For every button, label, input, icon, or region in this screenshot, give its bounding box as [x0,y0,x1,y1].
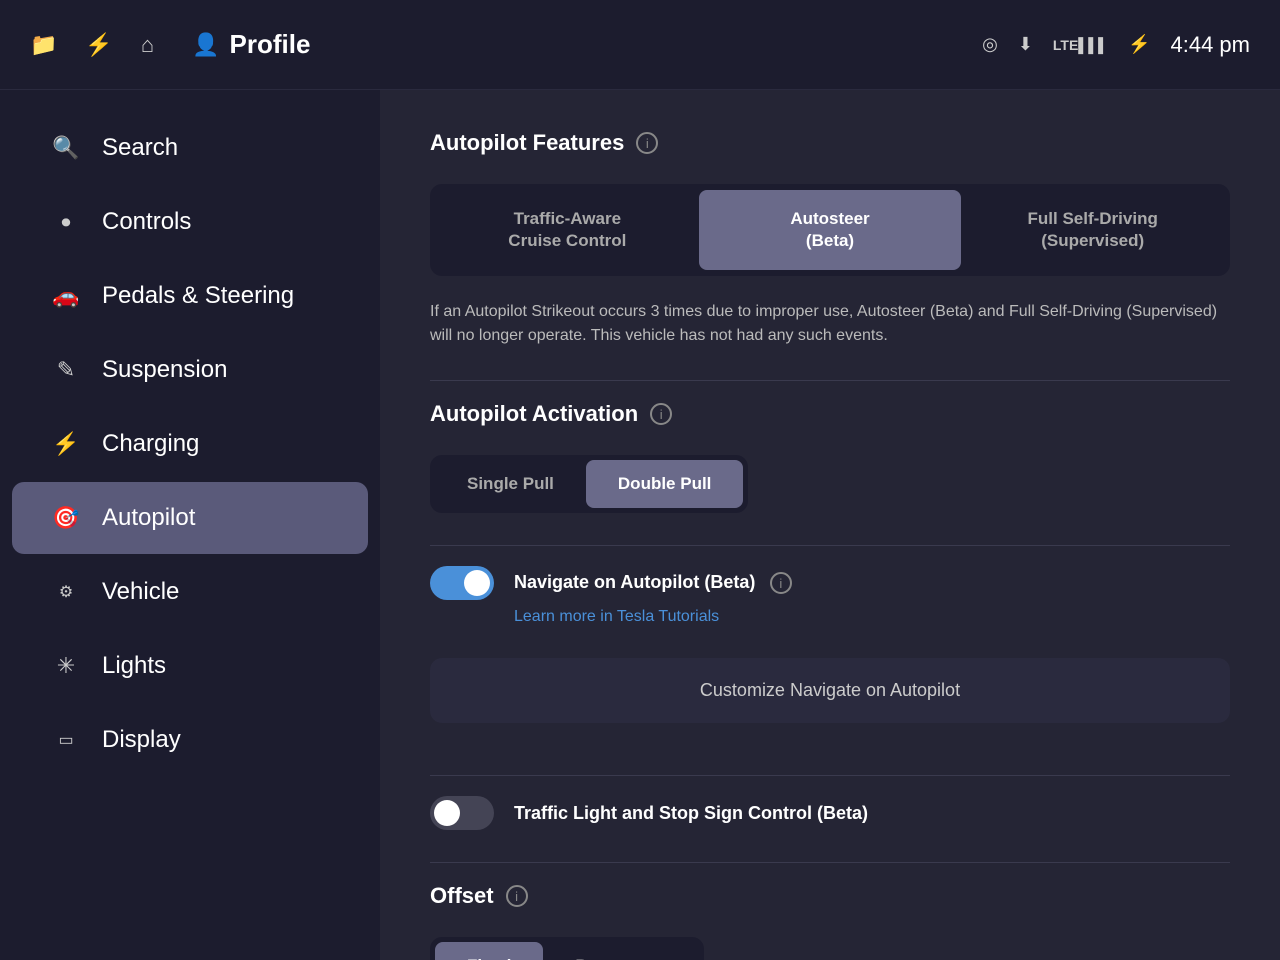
tab-fsd[interactable]: Full Self-Driving(Supervised) [961,190,1224,270]
sidebar-item-search[interactable]: 🔍 Search [12,112,368,184]
status-bar-right: ◎ ⬇ LTE▌▌▌ ⚡ 4:44 pm [982,32,1250,58]
navigate-autopilot-link[interactable]: Learn more in Tesla Tutorials [514,608,1230,626]
offset-tabs: Fixed Percentage [430,937,704,960]
autopilot-features-info-icon[interactable]: i [636,132,658,154]
lte-icon: LTE▌▌▌ [1053,37,1108,53]
sidebar-label-lights: Lights [102,652,166,680]
traffic-toggle-knob [434,800,460,826]
time-display: 4:44 pm [1171,32,1251,58]
sidebar: 🔍 Search ⏺ Controls 🚗 Pedals & Steering … [0,90,380,960]
sidebar-item-charging[interactable]: ⚡ Charging [12,408,368,480]
bluetooth-icon: ⚡ [1128,34,1150,55]
display-icon: ▭ [52,730,80,750]
navigate-autopilot-title: Navigate on Autopilot (Beta) [514,572,755,592]
download-icon: ⬇ [1018,34,1033,55]
autopilot-features-title: Autopilot Features [430,130,624,156]
profile-icon: 👤 [192,32,219,58]
profile-section[interactable]: 👤 Profile [192,29,310,60]
navigate-autopilot-label-group: Navigate on Autopilot (Beta) i [514,572,792,595]
camera-icon: ◎ [982,34,998,55]
sidebar-label-display: Display [102,726,181,754]
tab-percentage[interactable]: Percentage [543,942,699,960]
sidebar-item-display[interactable]: ▭ Display [12,704,368,776]
traffic-light-title: Traffic Light and Stop Sign Control (Bet… [514,803,868,824]
autopilot-features-header: Autopilot Features i [430,130,1230,156]
tab-autosteer[interactable]: Autosteer(Beta) [699,190,962,270]
sidebar-label-search: Search [102,134,178,162]
home-icon[interactable]: ⌂ [141,32,154,58]
sidebar-label-charging: Charging [102,430,199,458]
sidebar-item-autopilot[interactable]: 🎯 Autopilot [12,482,368,554]
navigate-autopilot-toggle-row: Navigate on Autopilot (Beta) i [430,566,1230,600]
pedals-icon: 🚗 [52,283,80,309]
tab-traffic-aware[interactable]: Traffic-AwareCruise Control [436,190,699,270]
search-icon: 🔍 [52,135,80,161]
folder-icon[interactable]: 📁 [30,32,57,58]
lightning-icon[interactable]: ⚡ [85,32,112,58]
sidebar-item-suspension[interactable]: ✎ Suspension [12,334,368,406]
sidebar-label-vehicle: Vehicle [102,578,179,606]
status-bar-left: 📁 ⚡ ⌂ 👤 Profile [30,29,982,60]
navigate-on-autopilot-section: Navigate on Autopilot (Beta) i Learn mor… [430,566,1230,626]
sidebar-label-controls: Controls [102,208,191,236]
autopilot-features-tabs: Traffic-AwareCruise Control Autosteer(Be… [430,184,1230,276]
autopilot-activation-info-icon[interactable]: i [650,403,672,425]
suspension-icon: ✎ [52,357,80,383]
sidebar-item-pedals[interactable]: 🚗 Pedals & Steering [12,260,368,332]
traffic-light-row: Traffic Light and Stop Sign Control (Bet… [430,796,1230,830]
main-layout: 🔍 Search ⏺ Controls 🚗 Pedals & Steering … [0,90,1280,960]
navigate-autopilot-toggle[interactable] [430,566,494,600]
offset-title: Offset [430,883,494,909]
autopilot-warning-text: If an Autopilot Strikeout occurs 3 times… [430,300,1230,348]
autopilot-activation-header: Autopilot Activation i [430,401,1230,427]
vehicle-icon: ⚙ [52,582,80,602]
sidebar-item-lights[interactable]: ✳ Lights [12,630,368,702]
sidebar-label-autopilot: Autopilot [102,504,195,532]
content-area: Autopilot Features i Traffic-AwareCruise… [380,90,1280,960]
tab-double-pull[interactable]: Double Pull [586,460,744,508]
tab-fixed[interactable]: Fixed [435,942,543,960]
toggle-knob [464,570,490,596]
customize-navigate-button[interactable]: Customize Navigate on Autopilot [430,658,1230,723]
charging-icon: ⚡ [52,431,80,457]
tab-single-pull[interactable]: Single Pull [435,460,586,508]
sidebar-item-vehicle[interactable]: ⚙ Vehicle [12,556,368,628]
activation-tabs: Single Pull Double Pull [430,455,748,513]
lights-icon: ✳ [52,653,80,679]
offset-header: Offset i [430,883,1230,909]
profile-label: Profile [230,29,311,60]
traffic-light-toggle[interactable] [430,796,494,830]
sidebar-label-suspension: Suspension [102,356,227,384]
traffic-light-section: Traffic Light and Stop Sign Control (Bet… [430,796,1230,830]
status-bar: 📁 ⚡ ⌂ 👤 Profile ◎ ⬇ LTE▌▌▌ ⚡ 4:44 pm [0,0,1280,90]
offset-info-icon[interactable]: i [506,885,528,907]
autopilot-activation-section: Autopilot Activation i Single Pull Doubl… [430,401,1230,513]
sidebar-item-controls[interactable]: ⏺ Controls [12,186,368,258]
offset-section: Offset i Fixed Percentage [430,883,1230,960]
autopilot-activation-title: Autopilot Activation [430,401,638,427]
sidebar-label-pedals: Pedals & Steering [102,282,294,310]
controls-icon: ⏺ [52,212,80,233]
autopilot-icon: 🎯 [52,505,80,531]
navigate-autopilot-info-icon[interactable]: i [770,572,792,594]
